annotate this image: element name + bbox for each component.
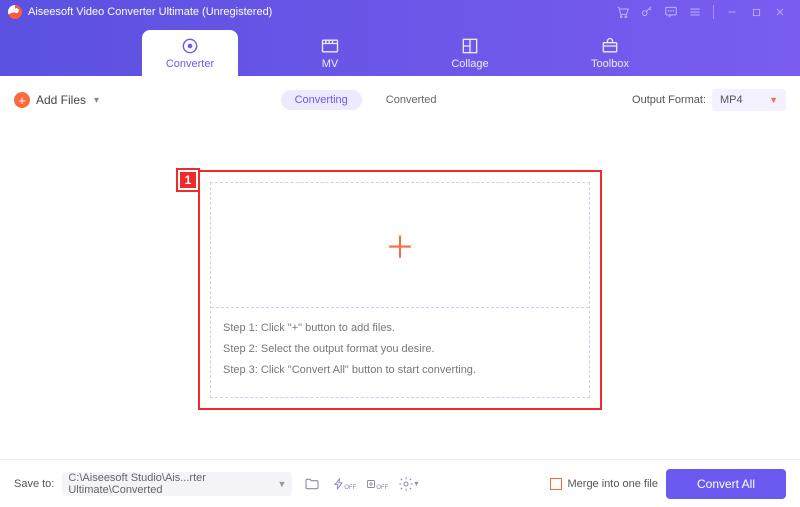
tab-collage[interactable]: Collage (422, 30, 518, 76)
output-format-select[interactable]: MP4 ▼ (712, 89, 786, 111)
output-format: Output Format: MP4 ▼ (632, 89, 786, 111)
status-tabs: Converting Converted (281, 90, 451, 110)
tab-converting[interactable]: Converting (281, 90, 362, 110)
title-bar: Aiseesoft Video Converter Ultimate (Unre… (0, 0, 800, 24)
tab-label: Toolbox (591, 58, 629, 70)
convert-all-button[interactable]: Convert All (666, 469, 786, 499)
annotation-badge: 1 (178, 170, 198, 190)
save-to-label: Save to: (14, 478, 54, 490)
instruction-step: Step 3: Click "Convert All" button to st… (223, 360, 577, 381)
chevron-down-icon: ▼ (277, 479, 286, 489)
tab-mv[interactable]: MV (282, 30, 378, 76)
output-format-label: Output Format: (632, 94, 706, 106)
divider (713, 5, 714, 19)
add-files-label: Add Files (36, 93, 86, 107)
open-folder-button[interactable] (300, 472, 324, 496)
plus-icon: ＋ (385, 223, 415, 267)
minimize-icon[interactable] (720, 0, 744, 24)
footer-bar: Save to: C:\Aiseesoft Studio\Ais...rter … (0, 459, 800, 507)
tab-label: MV (322, 58, 339, 70)
add-files-dropzone[interactable]: ＋ (211, 183, 589, 307)
app-logo-icon (8, 5, 22, 19)
hw-accel-button[interactable]: OFF (332, 472, 356, 496)
instruction-step: Step 2: Select the output format you des… (223, 339, 577, 360)
feedback-icon[interactable] (659, 0, 683, 24)
instruction-list: Step 1: Click "+" button to add files. S… (211, 307, 589, 397)
add-files-button[interactable]: + Add Files ▾ (14, 92, 99, 108)
tab-label: Collage (451, 58, 488, 70)
cart-icon[interactable] (611, 0, 635, 24)
close-icon[interactable] (768, 0, 792, 24)
instruction-step: Step 1: Click "+" button to add files. (223, 318, 577, 339)
maximize-icon[interactable] (744, 0, 768, 24)
main-panel: + Add Files ▾ Converting Converted Outpu… (0, 76, 800, 456)
chevron-down-icon[interactable]: ▾ (94, 95, 99, 106)
annotation-highlight: 1 ＋ Step 1: Click "+" button to add file… (198, 170, 602, 410)
menu-icon[interactable] (683, 0, 707, 24)
output-format-value: MP4 (720, 94, 743, 106)
tab-converted[interactable]: Converted (372, 90, 451, 110)
merge-label: Merge into one file (568, 478, 659, 490)
merge-checkbox[interactable]: Merge into one file (550, 478, 659, 490)
drop-area: ＋ Step 1: Click "+" button to add files.… (210, 182, 590, 398)
tab-converter[interactable]: Converter (142, 30, 238, 76)
settings-button[interactable]: ▾ (396, 472, 420, 496)
plus-icon: + (14, 92, 30, 108)
key-icon[interactable] (635, 0, 659, 24)
tab-toolbox[interactable]: Toolbox (562, 30, 658, 76)
save-to-path-select[interactable]: C:\Aiseesoft Studio\Ais...rter Ultimate\… (62, 472, 292, 496)
tab-label: Converter (166, 58, 214, 70)
save-to-path: C:\Aiseesoft Studio\Ais...rter Ultimate\… (68, 472, 286, 496)
gpu-accel-button[interactable]: OFF (364, 472, 388, 496)
main-toolbar: + Add Files ▾ Converting Converted Outpu… (14, 86, 786, 114)
app-title: Aiseesoft Video Converter Ultimate (Unre… (28, 6, 272, 18)
chevron-down-icon: ▼ (769, 95, 778, 105)
checkbox-icon (550, 478, 562, 490)
main-nav: Converter MV Collage Toolbox (0, 24, 800, 76)
